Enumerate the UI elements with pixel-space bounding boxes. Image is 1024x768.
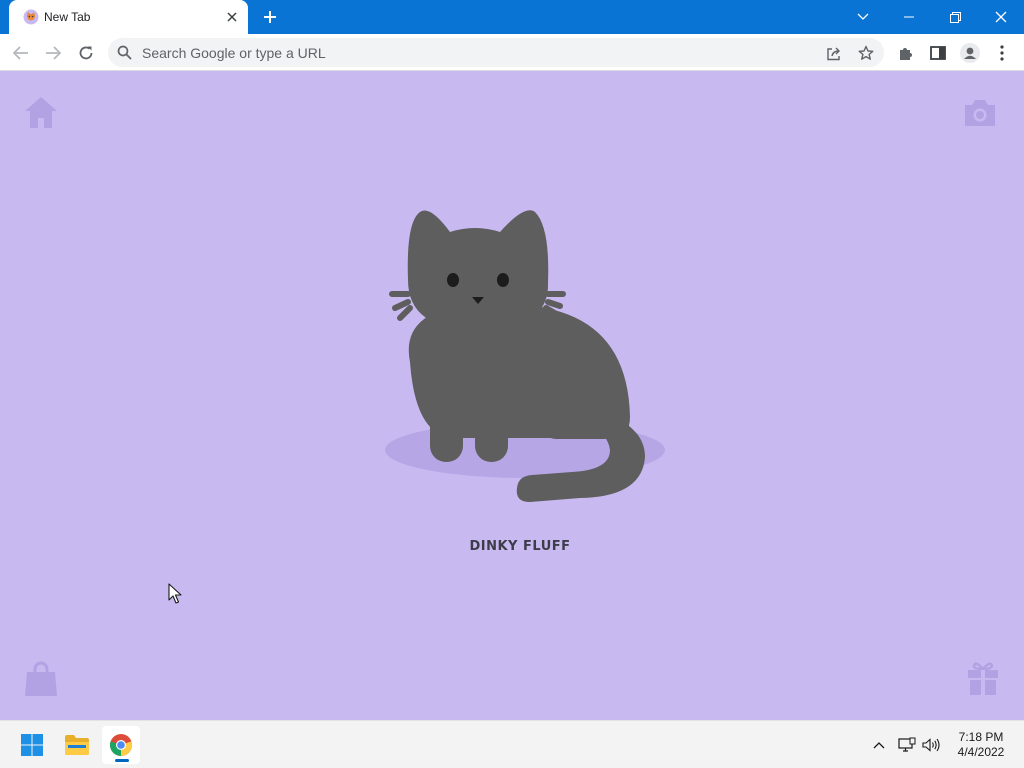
reload-icon bbox=[79, 46, 93, 60]
side-panel-button[interactable] bbox=[924, 39, 952, 67]
close-icon bbox=[995, 11, 1007, 23]
close-window-button[interactable] bbox=[978, 0, 1024, 34]
puzzle-icon bbox=[900, 48, 912, 60]
volume-button[interactable] bbox=[921, 735, 941, 755]
chevron-up-icon bbox=[873, 742, 885, 749]
tab-search-button[interactable] bbox=[840, 0, 886, 34]
browser-toolbar: Search Google or type a URL bbox=[0, 34, 1024, 71]
file-explorer-icon bbox=[65, 735, 89, 755]
pet-name: DINKY FLUFF bbox=[469, 539, 571, 554]
forward-button[interactable] bbox=[39, 39, 67, 67]
gift-icon[interactable] bbox=[965, 660, 1001, 696]
chrome-taskbar-button[interactable] bbox=[102, 726, 140, 764]
arrow-right-icon bbox=[46, 46, 61, 60]
search-icon bbox=[117, 45, 132, 60]
browser-titlebar: New Tab bbox=[0, 0, 1024, 34]
kebab-menu-icon bbox=[1000, 45, 1004, 61]
show-hidden-icons-button[interactable] bbox=[869, 735, 889, 755]
restore-button[interactable] bbox=[932, 0, 978, 34]
active-app-indicator bbox=[115, 759, 129, 762]
camera-icon[interactable] bbox=[962, 94, 998, 130]
plus-icon bbox=[264, 11, 276, 23]
back-button[interactable] bbox=[7, 39, 35, 67]
omnibox[interactable]: Search Google or type a URL bbox=[108, 38, 884, 67]
chrome-icon bbox=[109, 734, 133, 756]
minimize-icon bbox=[904, 16, 914, 18]
home-icon[interactable] bbox=[23, 94, 59, 130]
network-icon bbox=[898, 737, 916, 752]
share-button[interactable] bbox=[824, 43, 844, 63]
reload-button[interactable] bbox=[72, 39, 100, 67]
bookmark-button[interactable] bbox=[856, 43, 876, 63]
profile-button[interactable] bbox=[956, 39, 984, 67]
chevron-down-icon bbox=[857, 13, 869, 20]
share-icon bbox=[827, 47, 840, 60]
new-tab-button[interactable] bbox=[259, 6, 281, 28]
tab-new-tab[interactable]: New Tab bbox=[9, 0, 248, 34]
tab-title: New Tab bbox=[44, 10, 91, 24]
windows-taskbar: 7:18 PM 4/4/2022 bbox=[0, 720, 1024, 768]
close-icon[interactable] bbox=[223, 8, 241, 26]
extensions-button[interactable] bbox=[892, 39, 920, 67]
windows-start-icon bbox=[21, 734, 43, 756]
new-tab-page: DINKY FLUFF bbox=[0, 72, 1024, 720]
avatar-icon bbox=[960, 43, 980, 63]
pet-cat-illustration[interactable] bbox=[380, 202, 670, 512]
clock[interactable]: 7:18 PM 4/4/2022 bbox=[948, 730, 1014, 760]
clock-date: 4/4/2022 bbox=[957, 745, 1005, 759]
file-explorer-button[interactable] bbox=[58, 726, 96, 764]
mouse-pointer-icon bbox=[168, 583, 182, 604]
network-button[interactable] bbox=[897, 735, 917, 755]
volume-icon bbox=[922, 738, 940, 752]
star-icon bbox=[858, 45, 874, 60]
menu-button[interactable] bbox=[988, 39, 1016, 67]
arrow-left-icon bbox=[13, 46, 28, 60]
minimize-button[interactable] bbox=[886, 0, 932, 34]
restore-icon bbox=[949, 11, 961, 23]
cat-favicon-icon bbox=[23, 9, 39, 25]
clock-time: 7:18 PM bbox=[958, 730, 1004, 744]
start-button[interactable] bbox=[13, 726, 51, 764]
shopping-bag-icon[interactable] bbox=[23, 661, 59, 697]
side-panel-icon bbox=[930, 46, 946, 60]
omnibox-placeholder[interactable]: Search Google or type a URL bbox=[142, 45, 326, 61]
